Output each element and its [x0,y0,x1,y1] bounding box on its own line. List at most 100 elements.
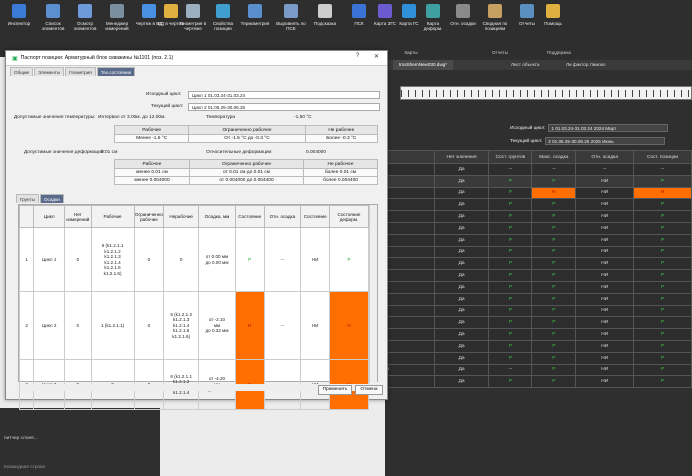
tool-icon [216,4,230,18]
ribbon-button-18[interactable]: Помощь [538,4,568,48]
cell-s1: Р [488,292,533,306]
cell-ro: -- [263,227,302,292]
inner-col-header[interactable]: Нет измерений [64,205,92,228]
cell-v: Да [433,163,490,176]
rel-nonworking: более 0.004400 [303,176,378,185]
cell-s3: НИ [575,269,635,282]
cell-s2: Р [531,198,577,212]
inner-col-header[interactable]: Рабочие [90,205,135,228]
document-tabs: trosShemNew030.dwg* Лист объекта Ли факт… [385,60,692,70]
cell-c: Цикл 1 [33,227,65,292]
ribbon-button-7[interactable]: Свойства позиции [208,4,238,48]
cell-s1: Р [488,210,533,223]
temperature-value: -1.50 °С [294,115,312,120]
cell-w: 6 (k1.2.1.1 k1.2.1.2 k1.2.1.3 k1.2.1.4 k… [90,227,135,292]
ribbon-button-label: Карта ГС [399,21,419,26]
cancel-button[interactable]: Отмена [355,385,383,395]
source-cycle-row: Исходный цикл: [510,124,669,132]
ribbon-button-16[interactable]: Сводная по позициям [480,4,510,48]
cell-v: Да [433,269,490,282]
cell-s2: -- [531,163,577,176]
ribbon-button-9[interactable]: Выровнять по ПСЕ [276,4,306,48]
col-header[interactable]: Макс. осадка [531,150,577,164]
ribbon-button-6[interactable]: Геометрия в чертеже [178,4,208,48]
col-header[interactable]: Отн. осадка [575,150,635,164]
tool-icon [402,4,416,18]
tab-general[interactable]: Общие [10,67,34,76]
inner-col-header[interactable]: Ограниченно рабочие [133,205,165,228]
inner-col-header[interactable]: Осадка, мм [198,205,236,228]
help-icon[interactable]: ? [356,53,359,59]
console-line: питчер слоев... [4,436,38,441]
cell-v: Да [433,233,490,247]
col-header[interactable]: Сост. грунтов [488,150,533,164]
ribbon-button-8[interactable]: Термометрия [240,4,270,48]
inner-col-header[interactable]: Нерабочие [163,205,200,228]
cell-s2: Р [531,280,577,294]
cell-s: Р [234,227,265,292]
tab-tech-state[interactable]: Тех.состояние [96,67,136,76]
cell-l: 0 [133,291,165,360]
settlement-row[interactable]: 1 Цикл 106 (k1.2.1.1 k1.2.1.2 k1.2.1.3 k1… [18,227,369,292]
cell-s1: Р [488,280,533,294]
tool-icon [378,4,392,18]
tool-icon [456,4,470,18]
ribbon-button-label: Менеджер измерений [105,21,129,31]
col-header[interactable]: Нет значения [433,150,490,164]
inner-col-header[interactable]: Отн. осадка [263,205,302,228]
source-cycle-field[interactable] [548,124,669,132]
vertical-scrollbar[interactable] [369,205,377,383]
cell-s1: Р [488,351,533,365]
ribbon-button-15[interactable]: Отн. осадки [448,4,478,48]
cell-s2: Р [531,363,577,377]
cell-s3: НИ [575,304,635,318]
rel-limited: от 0.004000 до 0.004400 [188,176,305,185]
current-cycle-field[interactable] [545,137,666,145]
tab-elements[interactable]: Элементы [34,67,65,76]
ribbon-button-3[interactable]: Менеджер измерений [102,4,132,48]
cell-s4: Р [633,174,692,188]
apply-button[interactable]: Применить [318,385,352,395]
cell-s2: НИ [300,291,330,360]
inner-col-header[interactable]: Состояние [234,205,265,228]
ribbon-button-10[interactable]: Подсказка [310,4,340,48]
doc-tab-factor[interactable]: Ли фактор Лимоко [560,60,612,70]
cell-v: Да [433,221,490,235]
cell-o: от 0.00 мм до 0.00 мм [198,227,236,292]
cell-v: Да [433,245,490,259]
inner-col-header[interactable]: Цикл [33,205,65,228]
ribbon-button-label: Свойства позиции [212,21,234,31]
ribbon-button-label: Отчеты [519,21,535,26]
ribbon-button-label: Выровнять по ПСЕ [276,21,306,31]
cell-s2: Р [531,174,577,188]
cell-v: Да [433,257,490,271]
ribbon-button-label: Осмотр элементов [73,21,97,31]
cell-s4: Р [633,339,692,353]
doc-tab-sheet[interactable]: Лист объекта [505,60,545,70]
ribbon-button-14[interactable]: Карта деформ. [418,4,448,48]
cell-l: 0 [133,227,165,292]
ribbon-button-1[interactable]: Список элементов [38,4,68,48]
close-icon[interactable]: ✕ [374,53,379,60]
inner-col-header[interactable]: Состояние [300,205,330,228]
cell-c: Цикл 2 [33,291,65,360]
doc-tab-drawing[interactable]: trosShemNew030.dwg* [393,60,454,70]
cell-s3: НИ [575,174,635,188]
inner-col-header[interactable] [18,205,35,228]
cell-s4: Р [633,363,692,377]
source-cycle-select[interactable]: Цикл 1 01.03.24-31.03.24 [188,91,380,99]
ribbon-button-2[interactable]: Осмотр элементов [70,4,100,48]
cell-s3: НИ [575,210,635,223]
cell-s4: -- [633,163,692,176]
inner-col-header[interactable]: Состояние деформ. [329,205,369,228]
current-cycle-select[interactable]: Цикл 2 01.05.25-30.06.25 [188,103,380,111]
command-line[interactable]: Командная строка [4,465,156,470]
tab-settlements[interactable]: Осадки [39,194,64,203]
col-header[interactable]: Сост. позиции [633,150,692,164]
tab-soils[interactable]: Грунты [16,194,39,203]
ribbon-button-0[interactable]: Инспектор [4,4,34,48]
current-cycle-row: Текущий цикл: [510,137,666,145]
cell-s3: НИ [575,233,635,247]
settlement-row[interactable]: 2 Цикл 201 (k1.2.1.1) 0 5 (k1.2.1.2 k1.2.1.… [18,291,369,360]
tab-geometry[interactable]: Геометрия [65,67,96,76]
